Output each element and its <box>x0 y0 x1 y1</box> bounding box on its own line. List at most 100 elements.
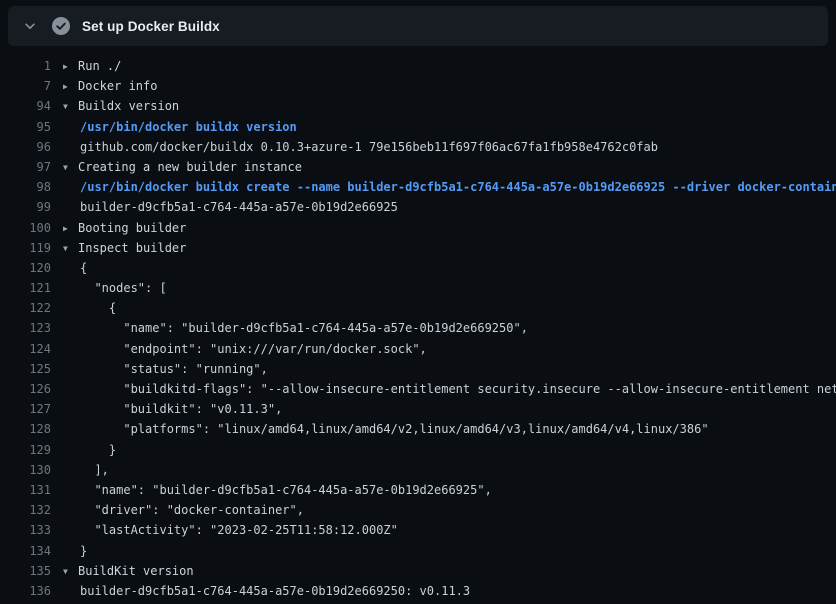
line-number[interactable]: 132 <box>12 500 51 520</box>
line-content: builder-d9cfb5a1-c764-445a-a57e-0b19d2e6… <box>63 197 398 217</box>
check-circle-icon <box>52 17 70 35</box>
group-arrow-collapsed-icon[interactable]: ▶ <box>63 219 78 239</box>
line-number[interactable]: 95 <box>12 117 51 137</box>
line-content: { <box>63 258 87 278</box>
line-number[interactable]: 131 <box>12 480 51 500</box>
log-line[interactable]: 100 ▶Booting builder <box>0 218 836 238</box>
line-content: "buildkitd-flags": "--allow-insecure-ent… <box>63 379 836 399</box>
line-content: ▶Docker info <box>63 76 157 96</box>
line-text: } <box>80 544 87 558</box>
line-text: "driver": "docker-container", <box>80 503 304 517</box>
log-line: 95 /usr/bin/docker buildx version <box>0 117 836 137</box>
log-line: 133 "lastActivity": "2023-02-25T11:58:12… <box>0 520 836 540</box>
line-content: "lastActivity": "2023-02-25T11:58:12.000… <box>63 520 398 540</box>
log-line: 130 ], <box>0 460 836 480</box>
line-content: ▼Creating a new builder instance <box>63 157 302 177</box>
line-text: { <box>80 301 116 315</box>
line-content: ▶Booting builder <box>63 218 186 238</box>
line-text: /usr/bin/docker buildx version <box>80 120 297 134</box>
line-number[interactable]: 135 <box>12 561 51 581</box>
log-line[interactable]: 119 ▼Inspect builder <box>0 238 836 258</box>
line-number[interactable]: 120 <box>12 258 51 278</box>
log-line: 132 "driver": "docker-container", <box>0 500 836 520</box>
log-line: 129 } <box>0 440 836 460</box>
log-line: 136 builder-d9cfb5a1-c764-445a-a57e-0b19… <box>0 581 836 601</box>
log-line[interactable]: 1 ▶Run ./ <box>0 56 836 76</box>
line-content: "buildkit": "v0.11.3", <box>63 399 282 419</box>
line-content: "name": "builder-d9cfb5a1-c764-445a-a57e… <box>63 480 492 500</box>
line-number[interactable]: 99 <box>12 197 51 217</box>
log-line[interactable]: 97 ▼Creating a new builder instance <box>0 157 836 177</box>
line-number[interactable]: 119 <box>12 238 51 258</box>
log-line: 98 /usr/bin/docker buildx create --name … <box>0 177 836 197</box>
line-content: ▼Inspect builder <box>63 238 186 258</box>
log-line[interactable]: 7 ▶Docker info <box>0 76 836 96</box>
line-number[interactable]: 121 <box>12 278 51 298</box>
line-text: "name": "builder-d9cfb5a1-c764-445a-a57e… <box>80 321 528 335</box>
group-arrow-expanded-icon[interactable]: ▼ <box>63 97 78 117</box>
line-number[interactable]: 129 <box>12 440 51 460</box>
line-content: ▼BuildKit version <box>63 561 194 581</box>
line-text: Docker info <box>78 79 157 93</box>
actions-log-page: Set up Docker Buildx 1 ▶Run ./ 7 ▶Docker… <box>0 0 836 604</box>
line-number[interactable]: 97 <box>12 157 51 177</box>
group-arrow-expanded-icon[interactable]: ▼ <box>63 562 78 582</box>
line-content: ▼Buildx version <box>63 96 179 116</box>
group-arrow-collapsed-icon[interactable]: ▶ <box>63 77 78 97</box>
line-number[interactable]: 124 <box>12 339 51 359</box>
step-title: Set up Docker Buildx <box>82 19 220 34</box>
log-line[interactable]: 135 ▼BuildKit version <box>0 561 836 581</box>
log-line: 121 "nodes": [ <box>0 278 836 298</box>
line-text: "platforms": "linux/amd64,linux/amd64/v2… <box>80 422 709 436</box>
log-line: 96 github.com/docker/buildx 0.10.3+azure… <box>0 137 836 157</box>
chevron-down-icon[interactable] <box>22 18 38 34</box>
line-text: Creating a new builder instance <box>78 160 302 174</box>
line-number[interactable]: 98 <box>12 177 51 197</box>
log-line: 127 "buildkit": "v0.11.3", <box>0 399 836 419</box>
line-number[interactable]: 125 <box>12 359 51 379</box>
log-line: 124 "endpoint": "unix:///var/run/docker.… <box>0 339 836 359</box>
line-number[interactable]: 128 <box>12 419 51 439</box>
line-number[interactable]: 1 <box>12 56 51 76</box>
line-text: ], <box>80 463 109 477</box>
line-text: Buildx version <box>78 99 179 113</box>
line-content: github.com/docker/buildx 0.10.3+azure-1 … <box>63 137 658 157</box>
line-content: ▶Run ./ <box>63 56 121 76</box>
line-number[interactable]: 130 <box>12 460 51 480</box>
line-number[interactable]: 122 <box>12 298 51 318</box>
line-content: /usr/bin/docker buildx create --name bui… <box>63 177 836 197</box>
line-number[interactable]: 123 <box>12 318 51 338</box>
line-number[interactable]: 100 <box>12 218 51 238</box>
group-arrow-expanded-icon[interactable]: ▼ <box>63 239 78 259</box>
line-number[interactable]: 94 <box>12 96 51 116</box>
line-number[interactable]: 96 <box>12 137 51 157</box>
log-line: 99 builder-d9cfb5a1-c764-445a-a57e-0b19d… <box>0 197 836 217</box>
log-line: 123 "name": "builder-d9cfb5a1-c764-445a-… <box>0 318 836 338</box>
group-arrow-expanded-icon[interactable]: ▼ <box>63 158 78 178</box>
line-number[interactable]: 134 <box>12 541 51 561</box>
line-text: "buildkitd-flags": "--allow-insecure-ent… <box>80 382 836 396</box>
line-content: "name": "builder-d9cfb5a1-c764-445a-a57e… <box>63 318 528 338</box>
line-content: "platforms": "linux/amd64,linux/amd64/v2… <box>63 419 709 439</box>
log-line[interactable]: 94 ▼Buildx version <box>0 96 836 116</box>
log-line: 128 "platforms": "linux/amd64,linux/amd6… <box>0 419 836 439</box>
line-number[interactable]: 136 <box>12 581 51 601</box>
line-content: "status": "running", <box>63 359 268 379</box>
line-content: { <box>63 298 116 318</box>
line-number[interactable]: 133 <box>12 520 51 540</box>
line-text: "lastActivity": "2023-02-25T11:58:12.000… <box>80 523 398 537</box>
line-text: /usr/bin/docker buildx create --name bui… <box>80 180 836 194</box>
group-arrow-collapsed-icon[interactable]: ▶ <box>63 57 78 77</box>
line-content: "driver": "docker-container", <box>63 500 304 520</box>
log-line: 131 "name": "builder-d9cfb5a1-c764-445a-… <box>0 480 836 500</box>
step-header[interactable]: Set up Docker Buildx <box>8 6 828 46</box>
line-text: "nodes": [ <box>80 281 167 295</box>
line-number[interactable]: 7 <box>12 76 51 96</box>
line-number[interactable]: 127 <box>12 399 51 419</box>
line-number[interactable]: 126 <box>12 379 51 399</box>
line-text: BuildKit version <box>78 564 194 578</box>
line-text: builder-d9cfb5a1-c764-445a-a57e-0b19d2e6… <box>80 584 470 598</box>
line-text: { <box>80 261 87 275</box>
log-line: 126 "buildkitd-flags": "--allow-insecure… <box>0 379 836 399</box>
log-line: 122 { <box>0 298 836 318</box>
